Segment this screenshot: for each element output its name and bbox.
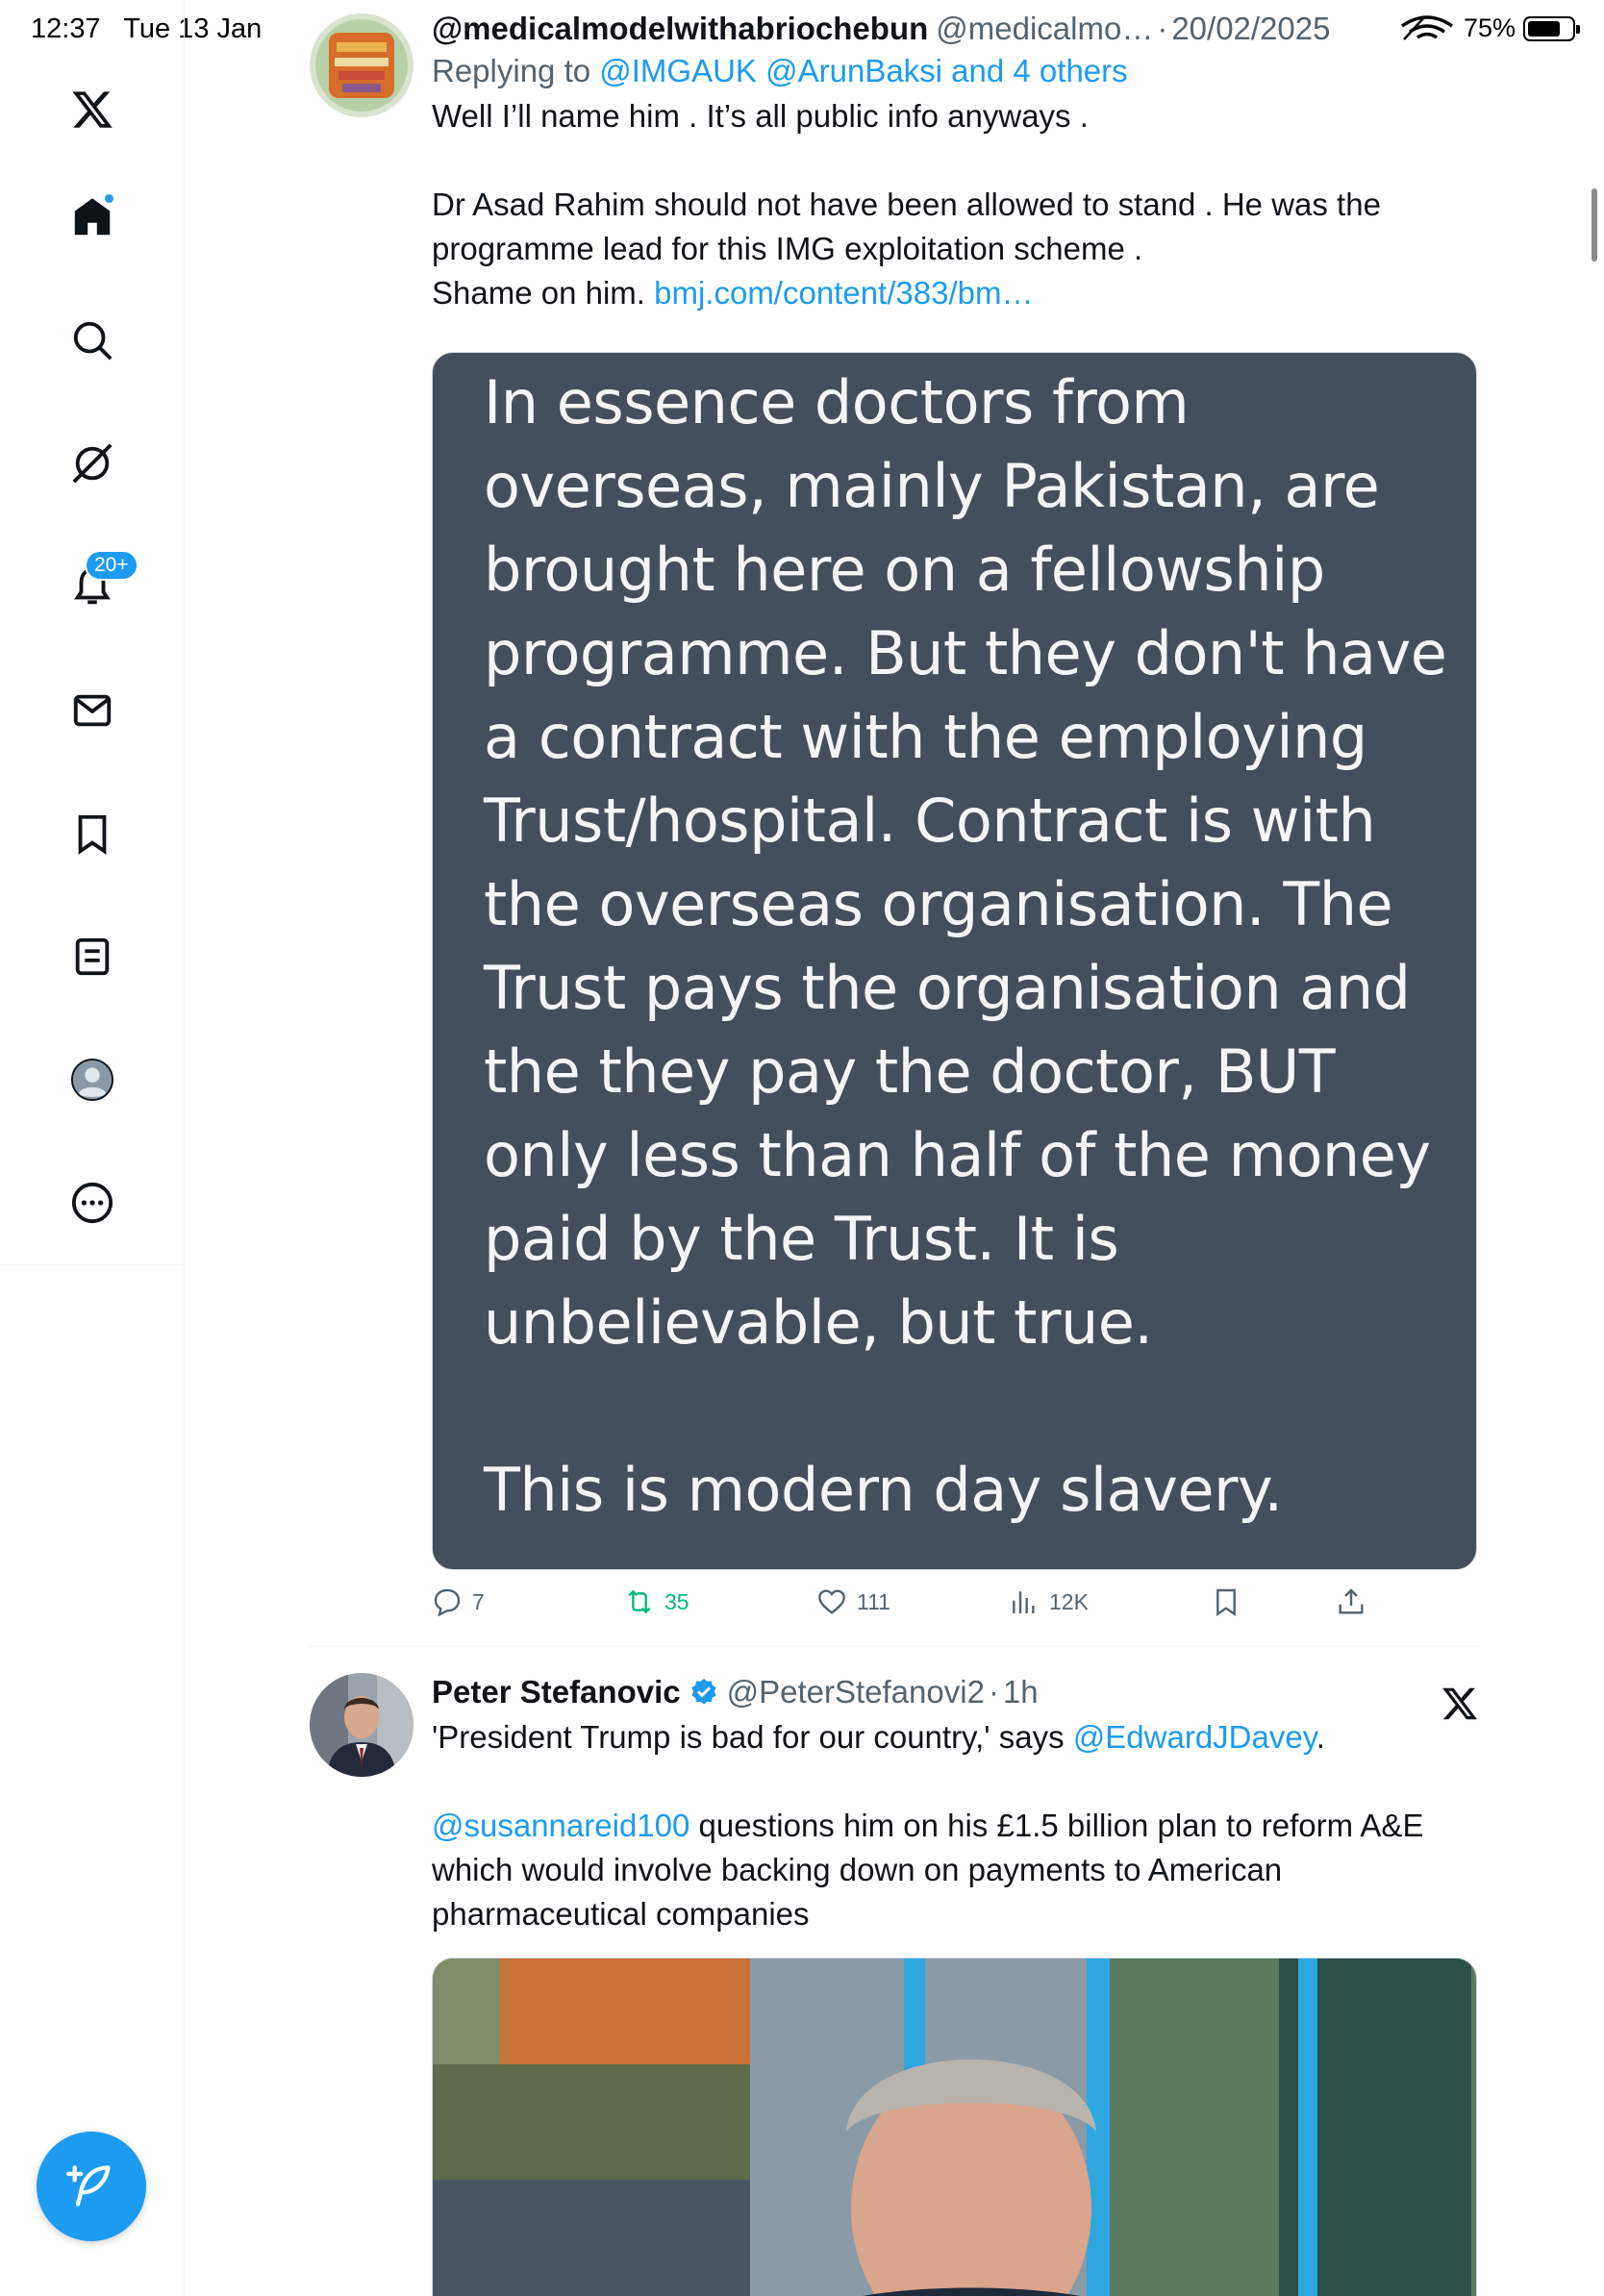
notifications-badge: 20+ — [85, 550, 138, 581]
battery-icon — [1523, 15, 1580, 41]
views-count: 12K — [1049, 1588, 1089, 1614]
tweet-content: Peter Stefanovic @PeterStefanovi2 · 1h '… — [432, 1673, 1479, 1936]
tweet-text: 'President Trump is bad for our country,… — [432, 1715, 1479, 1936]
reply-icon — [434, 1588, 461, 1617]
tweet-link[interactable]: bmj.com/content/383/bm… — [654, 275, 1033, 311]
views-button[interactable]: 12K — [1009, 1586, 1089, 1617]
video-thumbnail — [433, 1959, 1476, 2296]
search-icon[interactable] — [63, 312, 121, 369]
avatar[interactable] — [310, 13, 414, 117]
profile-avatar-icon[interactable] — [63, 1051, 121, 1109]
notifications-bell-icon[interactable]: 20+ — [63, 550, 138, 615]
compose-button[interactable] — [37, 2132, 146, 2241]
author-name[interactable]: @medicalmodelwithabriochebun — [432, 10, 928, 48]
like-count: 111 — [857, 1588, 890, 1614]
replying-to: Replying to @IMGAUK @ArunBaksi and 4 oth… — [432, 52, 1479, 90]
x-logo-icon[interactable] — [63, 81, 121, 138]
avatar[interactable] — [310, 1673, 414, 1777]
sidebar-divider — [184, 1265, 185, 2296]
bookmark-button[interactable] — [1211, 1586, 1241, 1617]
replying-prefix: Replying to — [432, 53, 600, 88]
lists-icon[interactable] — [63, 928, 121, 986]
tweet-header: Peter Stefanovic @PeterStefanovi2 · 1h — [432, 1673, 1479, 1711]
replying-links[interactable]: @IMGAUK @ArunBaksi and 4 others — [599, 53, 1127, 88]
home-unread-dot — [103, 192, 115, 205]
share-button[interactable] — [1336, 1586, 1366, 1617]
tweet-divider — [310, 1646, 1479, 1647]
more-circle-icon[interactable] — [63, 1174, 121, 1232]
share-icon — [1339, 1588, 1364, 1614]
tweet-video[interactable] — [432, 1958, 1477, 2296]
repost-icon — [628, 1589, 651, 1614]
compose-feather-icon — [66, 2165, 111, 2207]
header-separator: · — [988, 1674, 999, 1710]
sidebar-nav: 20+ — [0, 0, 185, 1265]
image-text: In essence doctors from overseas, mainly… — [484, 367, 1447, 1525]
tweet-image[interactable]: In essence doctors from overseas, mainly… — [432, 352, 1477, 1570]
tweet-date[interactable]: 20/02/2025 — [1171, 10, 1330, 48]
bookmark-icon — [1216, 1588, 1236, 1616]
bookmark-icon[interactable] — [63, 805, 121, 862]
reply-button[interactable]: 7 — [432, 1586, 485, 1617]
repost-button[interactable]: 35 — [624, 1586, 689, 1617]
tweet-body-2: . — [1316, 1719, 1325, 1755]
mention-edward-davey[interactable]: @EdwardJDavey — [1073, 1719, 1316, 1755]
views-chart-icon — [1013, 1591, 1035, 1613]
tweet-actions: 7 35 111 12K — [432, 1586, 1432, 1629]
reply-count: 7 — [472, 1588, 485, 1614]
verified-badge-icon — [691, 1679, 716, 1705]
header-separator: · — [1157, 11, 1168, 46]
author-handle[interactable]: @medicalmo… — [936, 10, 1153, 48]
tweet-body-1: 'President Trump is bad for our country,… — [432, 1719, 1073, 1755]
home-icon[interactable] — [63, 188, 121, 246]
mention-susanna-reid[interactable]: @susannareid100 — [432, 1808, 689, 1843]
like-button[interactable]: 111 — [816, 1586, 890, 1617]
tweet-text: Well I’ll name him . It’s all public inf… — [432, 94, 1479, 315]
grok-icon[interactable] — [63, 435, 121, 492]
page-scrollbar[interactable] — [1591, 188, 1597, 262]
heart-icon — [818, 1589, 845, 1614]
messages-envelope-icon[interactable] — [63, 682, 121, 739]
x-logo-icon — [1442, 1687, 1478, 1720]
tweet-content: @medicalmodelwithabriochebun @medicalmo…… — [432, 10, 1479, 315]
tweet-date[interactable]: 1h — [1003, 1673, 1039, 1711]
repost-count: 35 — [664, 1588, 689, 1614]
tweet-header: @medicalmodelwithabriochebun @medicalmo…… — [432, 10, 1479, 48]
author-name[interactable]: Peter Stefanovic — [432, 1673, 681, 1711]
author-handle[interactable]: @PeterStefanovi2 — [727, 1673, 985, 1711]
